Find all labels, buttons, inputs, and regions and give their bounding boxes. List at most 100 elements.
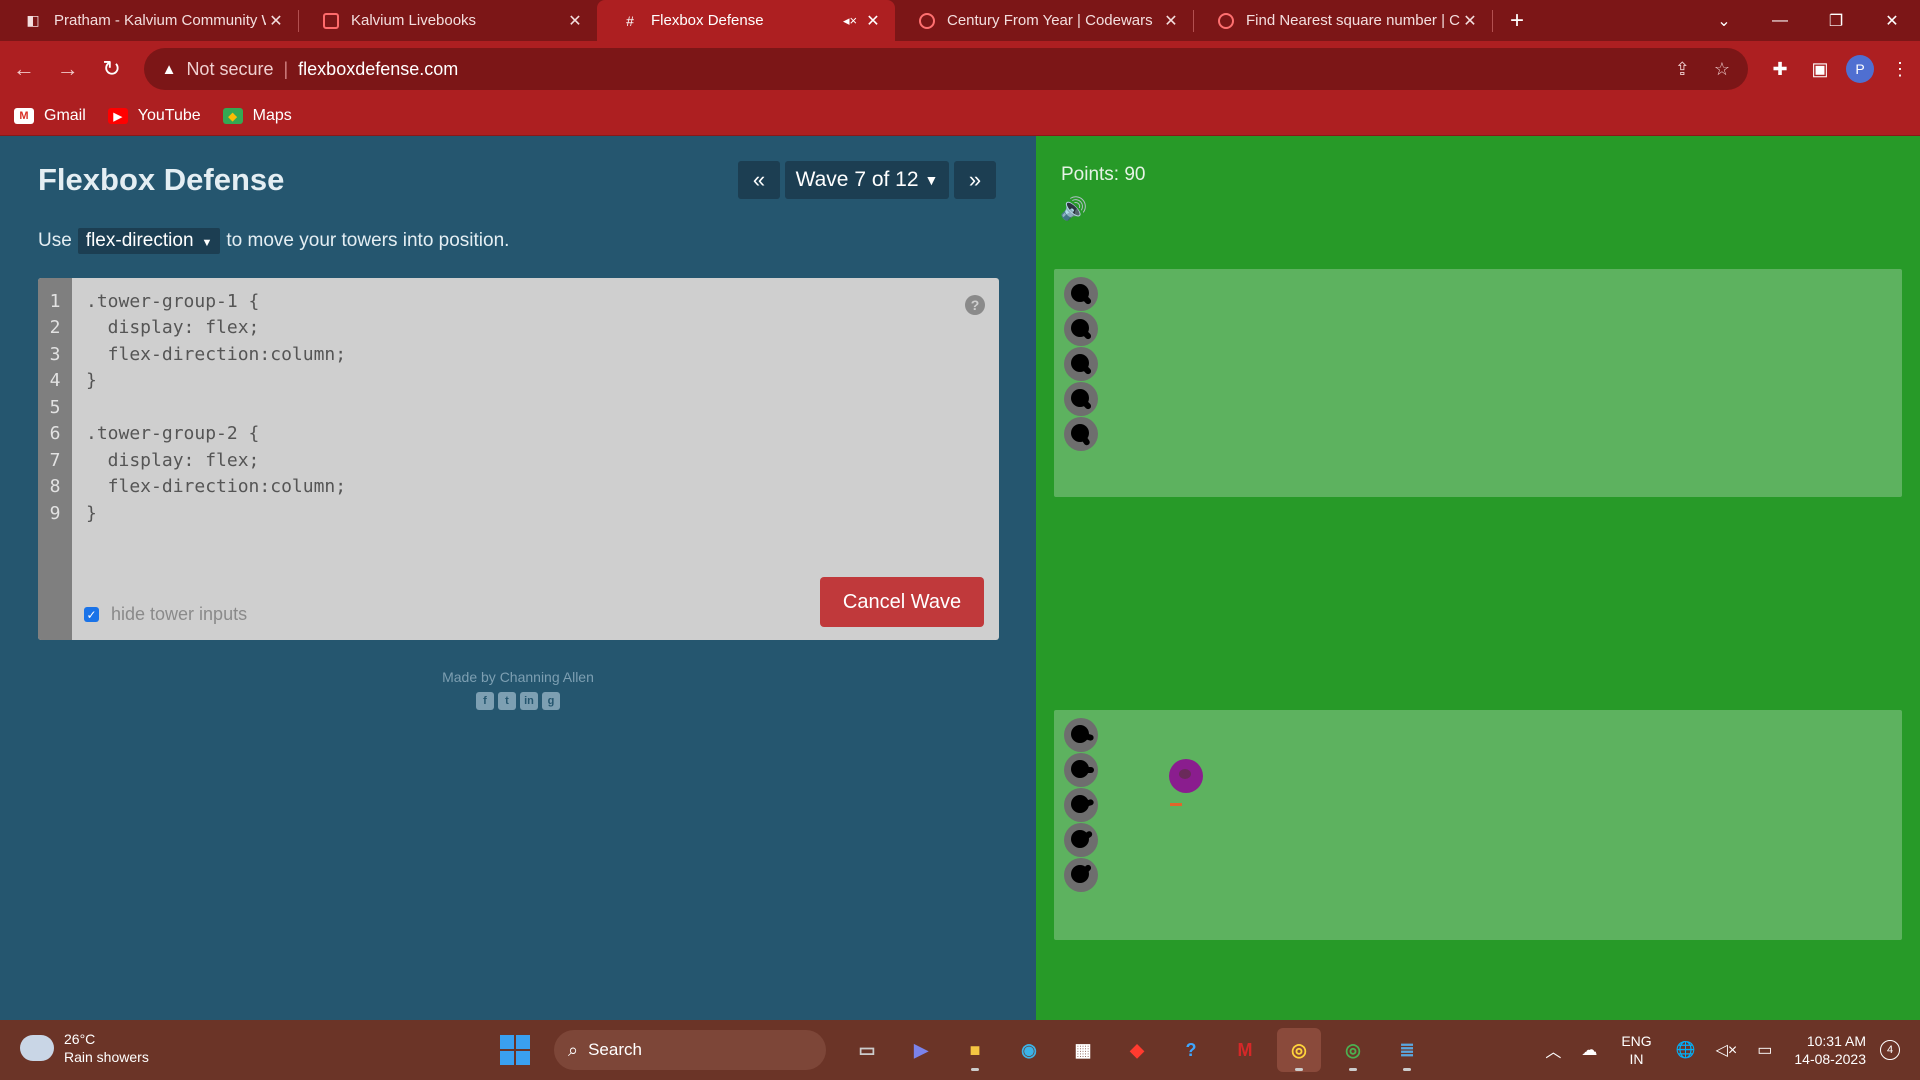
notepad-icon[interactable]: ≣ [1385, 1028, 1429, 1072]
profile-avatar[interactable]: P [1846, 55, 1874, 83]
address-bar[interactable]: ▲ Not secure | flexboxdefense.com ⇪ ☆ [143, 48, 1748, 90]
code-line-input[interactable]: display: flex; [86, 450, 260, 471]
social-links: f t in g [476, 692, 564, 710]
next-wave-button[interactable]: » [954, 161, 996, 199]
tower [1064, 277, 1098, 311]
lang-bottom: IN [1629, 1051, 1644, 1067]
edge-icon[interactable]: ◉ [1007, 1028, 1051, 1072]
github-icon[interactable]: g [542, 692, 560, 710]
extensions-icon[interactable]: ✚ [1760, 49, 1800, 89]
tower [1064, 753, 1098, 787]
onedrive-offline-icon[interactable]: ☁ [1581, 1040, 1597, 1060]
browser-tab-strip: ◧ Pratham - Kalvium Community W ✕ Kalviu… [0, 0, 1920, 41]
bookmark-label: Maps [252, 107, 292, 124]
window-close-icon[interactable]: ✕ [1864, 0, 1920, 41]
cloud-rain-icon [20, 1035, 54, 1061]
bookmark-youtube[interactable]: ▶ YouTube [107, 107, 201, 125]
close-icon[interactable]: ✕ [266, 11, 286, 31]
tab-kalvium-livebooks[interactable]: Kalvium Livebooks ✕ [299, 0, 597, 41]
hide-tower-inputs-toggle[interactable]: ✓ hide tower inputs [84, 604, 247, 625]
code-line-input[interactable]: flex-direction:column; [86, 476, 346, 497]
red-app-icon[interactable]: ◆ [1115, 1028, 1159, 1072]
microsoft-store-icon[interactable]: ▦ [1061, 1028, 1105, 1072]
chrome-icon[interactable]: ◎ [1331, 1028, 1375, 1072]
tab-title: Flexbox Defense [651, 12, 764, 29]
tab-codewars-century[interactable]: Century From Year | Codewars ✕ [895, 0, 1193, 41]
warning-icon[interactable]: ▲ [162, 61, 177, 78]
tower [1064, 382, 1098, 416]
side-panel-icon[interactable]: ▣ [1800, 49, 1840, 89]
caret-down-icon: ▼ [201, 237, 213, 249]
line-number: 1 [49, 291, 61, 312]
tower [1064, 347, 1098, 381]
game-board: Points: 90 🔊 [1036, 136, 1920, 1020]
restore-icon[interactable]: ❐ [1808, 0, 1864, 41]
tab-kalvium-community[interactable]: ◧ Pratham - Kalvium Community W ✕ [0, 0, 298, 41]
file-explorer-icon[interactable]: ■ [953, 1028, 997, 1072]
checkbox-checked-icon[interactable]: ✓ [84, 607, 99, 622]
reload-icon[interactable]: ↻ [92, 49, 132, 89]
page-title: Flexbox Defense [38, 162, 285, 197]
battery-icon[interactable]: ▭ [1757, 1040, 1772, 1060]
help-icon[interactable]: ? [965, 295, 985, 315]
code-line-input[interactable]: display: flex; [86, 317, 260, 338]
close-icon[interactable]: ✕ [1161, 11, 1181, 31]
twitter-icon[interactable]: t [498, 692, 516, 710]
url-text[interactable]: flexboxdefense.com [298, 59, 458, 80]
css-editor[interactable]: 1 2 3 4 5 6 7 8 9 .tower-group-1 { displ… [38, 278, 999, 640]
line-number: 2 [49, 317, 61, 338]
previous-wave-button[interactable]: « [738, 161, 780, 199]
taskbar-apps: ⌕ Search ▭ ▶ ■ ◉ ▦ ◆ ? M ◎ ◎ ≣ [500, 1028, 1434, 1072]
date: 14-08-2023 [1794, 1051, 1866, 1067]
property-keyword: flex-direction [85, 230, 194, 251]
close-icon[interactable]: ✕ [565, 11, 585, 31]
tab-flexbox-defense[interactable]: # Flexbox Defense ◂× ✕ [597, 0, 895, 41]
taskbar-search[interactable]: ⌕ Search [554, 1030, 826, 1070]
task-view-icon[interactable]: ▭ [845, 1028, 889, 1072]
tab-title: Pratham - Kalvium Community W [54, 12, 266, 29]
close-icon[interactable]: ✕ [863, 11, 883, 31]
security-label[interactable]: Not secure [186, 59, 273, 80]
sound-on-icon[interactable]: 🔊 [1060, 196, 1087, 222]
facebook-icon[interactable]: f [476, 692, 494, 710]
tab-title: Find Nearest square number | Co [1246, 12, 1460, 29]
linkedin-icon[interactable]: in [520, 692, 538, 710]
wave-selector[interactable]: Wave 7 of 12 ▼ [785, 161, 949, 199]
speaker-muted-icon[interactable]: ◂× [843, 13, 863, 29]
help-app-icon[interactable]: ? [1169, 1028, 1213, 1072]
bookmark-star-icon[interactable]: ☆ [1714, 59, 1730, 80]
windows-start-icon[interactable] [500, 1035, 530, 1065]
forward-icon[interactable]: → [48, 49, 88, 89]
tower [1064, 718, 1098, 752]
bookmark-gmail[interactable]: M Gmail [14, 107, 86, 125]
chrome-profile-icon[interactable]: ◎ [1277, 1028, 1321, 1072]
mcafee-icon[interactable]: M [1223, 1028, 1267, 1072]
instruction-suffix: to move your towers into position. [226, 230, 510, 251]
share-icon[interactable]: ⇪ [1675, 59, 1690, 80]
teams-chat-icon[interactable]: ▶ [899, 1028, 943, 1072]
notification-badge[interactable]: 4 [1880, 1040, 1900, 1060]
weather-description: Rain showers [64, 1049, 149, 1065]
separator: | [283, 58, 289, 79]
volume-muted-icon[interactable]: ◁× [1716, 1040, 1738, 1060]
bookmark-maps[interactable]: ◆ Maps [222, 107, 292, 125]
chevron-up-icon[interactable]: ︿ [1545, 1038, 1561, 1062]
network-icon[interactable]: 🌐 [1676, 1040, 1696, 1060]
cancel-wave-button[interactable]: Cancel Wave [820, 577, 984, 627]
enemy [1169, 759, 1203, 793]
back-icon[interactable]: ← [4, 49, 44, 89]
minimize-icon[interactable]: — [1752, 0, 1808, 41]
tab-search-icon[interactable]: ⌄ [1696, 0, 1752, 41]
line-number: 8 [49, 476, 61, 497]
instruction-prefix: Use [38, 230, 72, 251]
tab-codewars-square[interactable]: Find Nearest square number | Co ✕ [1194, 0, 1492, 41]
weather-widget[interactable]: 26°C Rain showers [20, 1030, 149, 1066]
time: 10:31 AM [1806, 1033, 1866, 1049]
close-icon[interactable]: ✕ [1460, 11, 1480, 31]
code-line-input[interactable]: flex-direction:column; [86, 344, 346, 365]
property-dropdown[interactable]: flex-direction ▼ [77, 228, 221, 254]
language-indicator[interactable]: ENG IN [1621, 1032, 1651, 1068]
new-tab-button[interactable]: + [1497, 0, 1537, 41]
clock[interactable]: 10:31 AM 14-08-2023 [1794, 1032, 1866, 1068]
menu-icon[interactable]: ⋮ [1880, 49, 1920, 89]
